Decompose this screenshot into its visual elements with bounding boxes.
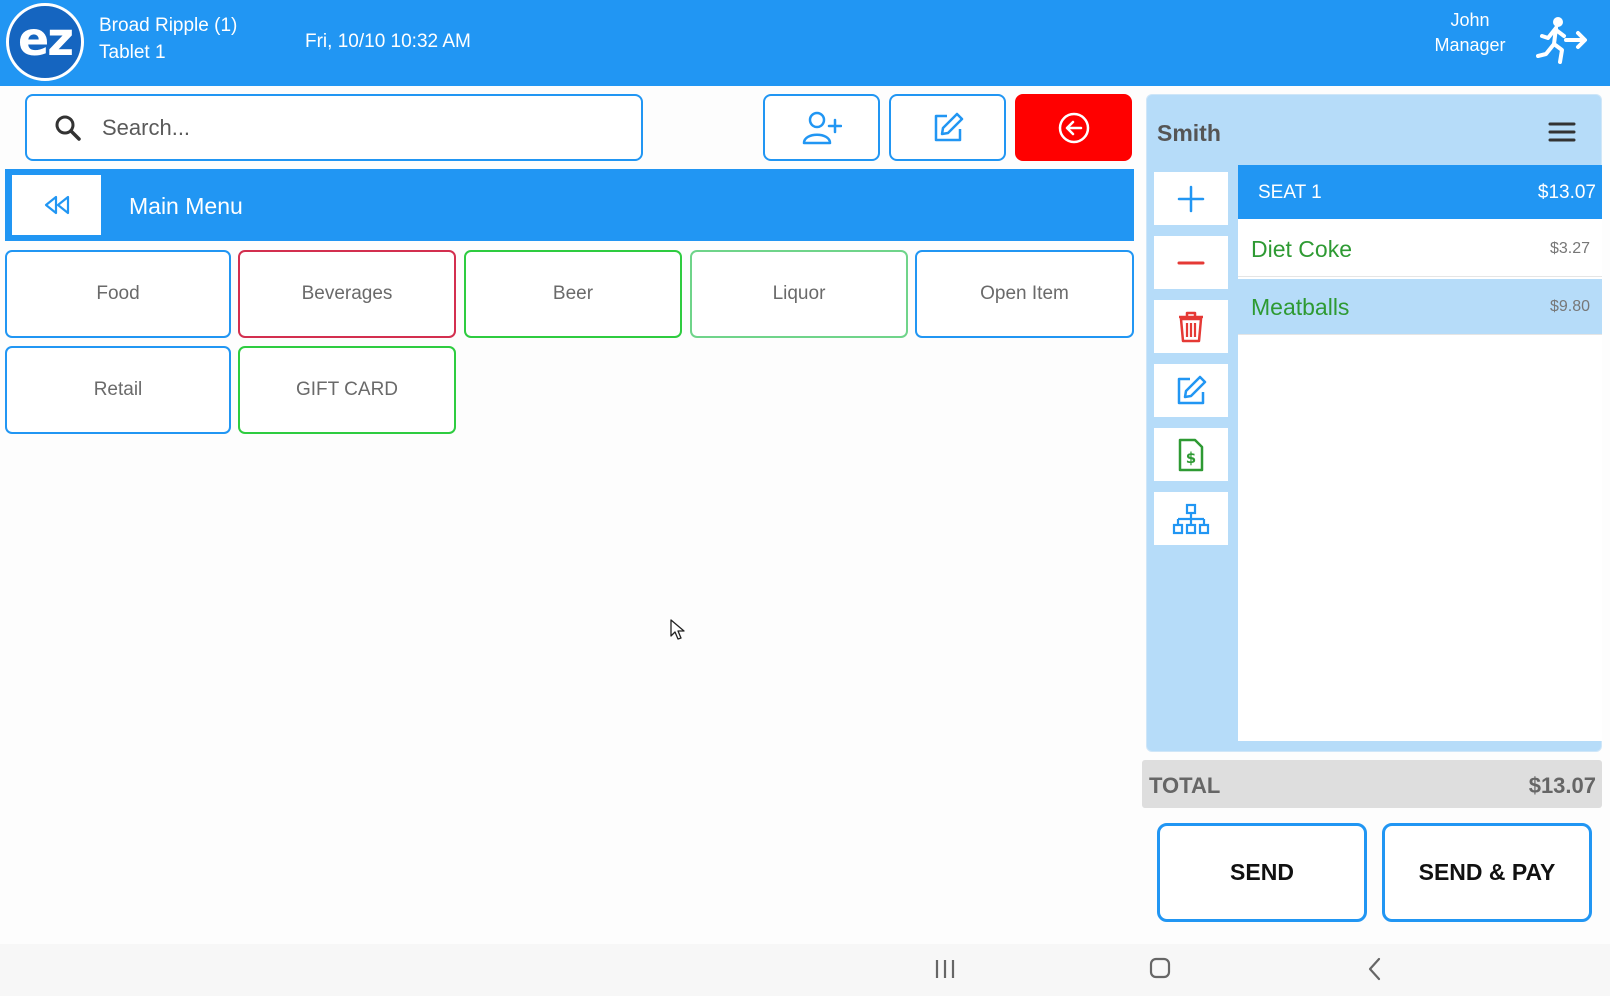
logo-text: ez xyxy=(18,12,74,66)
seat-label: SEAT 1 xyxy=(1258,182,1322,203)
category-open-item[interactable]: Open Item xyxy=(915,250,1134,338)
decrease-qty-button[interactable] xyxy=(1154,236,1228,289)
seat-total: $13.07 xyxy=(1537,182,1596,203)
item-name: Meatballs xyxy=(1251,294,1350,320)
search-box[interactable] xyxy=(25,94,643,161)
trash-icon xyxy=(1179,311,1203,342)
hamburger-menu-icon[interactable] xyxy=(1547,117,1577,147)
rewind-icon xyxy=(44,195,69,215)
ez-logo: ez xyxy=(6,3,84,81)
customer-name: Smith xyxy=(1157,120,1221,146)
datetime: Fri, 10/10 10:32 AM xyxy=(305,31,471,52)
mouse-cursor-icon xyxy=(670,619,685,640)
invoice-dollar-icon: $ xyxy=(1178,438,1204,471)
location-info: Broad Ripple (1) Tablet 1 xyxy=(99,12,237,66)
category-beer[interactable]: Beer xyxy=(464,250,682,338)
increase-qty-button[interactable] xyxy=(1154,172,1228,225)
system-nav-bar xyxy=(0,944,1610,996)
logout-icon[interactable] xyxy=(1534,16,1588,66)
edit-icon xyxy=(1177,375,1207,404)
main-menu-bar: Main Menu xyxy=(5,169,1134,241)
user-name: John xyxy=(1450,10,1490,30)
add-customer-button[interactable] xyxy=(763,94,880,161)
edit-order-button[interactable] xyxy=(889,94,1006,161)
total-label: TOTAL xyxy=(1149,773,1221,798)
order-item-row[interactable]: Meatballs $9.80 xyxy=(1238,279,1602,335)
total-value: $13.07 xyxy=(1528,773,1596,798)
svg-text:$: $ xyxy=(1186,449,1196,467)
device-name: Tablet 1 xyxy=(99,42,166,63)
category-beverages[interactable]: Beverages xyxy=(238,250,456,338)
user-role: Manager xyxy=(1434,35,1506,55)
send-and-pay-button[interactable]: SEND & PAY xyxy=(1382,823,1592,922)
send-button[interactable]: SEND xyxy=(1157,823,1367,922)
category-gift-card[interactable]: GIFT CARD xyxy=(238,346,456,434)
user-info: John Manager xyxy=(1420,8,1520,58)
order-item-row[interactable]: Diet Coke $3.27 xyxy=(1238,221,1602,277)
delete-item-button[interactable] xyxy=(1154,300,1228,353)
exit-order-icon xyxy=(1058,112,1089,143)
location-name: Broad Ripple (1) xyxy=(99,15,238,36)
plus-icon xyxy=(1177,185,1205,212)
back-button[interactable] xyxy=(12,175,101,235)
item-price: $9.80 xyxy=(1549,298,1590,315)
search-input[interactable] xyxy=(102,114,582,141)
exit-order-button[interactable] xyxy=(1015,94,1132,161)
menu-title: Main Menu xyxy=(129,193,243,219)
edit-item-button[interactable] xyxy=(1154,364,1228,417)
invoice-button[interactable]: $ xyxy=(1154,428,1228,481)
search-icon xyxy=(55,115,81,141)
order-items-list: SEAT 1 $13.07 Diet Coke $3.27 Meatballs … xyxy=(1238,165,1602,741)
seat-header[interactable]: SEAT 1 $13.07 xyxy=(1238,165,1602,219)
order-panel: Smith $ SEAT 1 $13.07 Diet Coke $3.27 Me… xyxy=(1146,94,1602,752)
recent-apps-icon[interactable] xyxy=(925,954,965,984)
item-price: $3.27 xyxy=(1549,240,1590,257)
home-icon[interactable] xyxy=(1140,954,1180,984)
app-header: ez Broad Ripple (1) Tablet 1 Fri, 10/10 … xyxy=(0,0,1610,86)
item-name: Diet Coke xyxy=(1251,236,1352,262)
edit-icon xyxy=(934,112,963,141)
category-liquor[interactable]: Liquor xyxy=(690,250,908,338)
total-bar: TOTAL $13.07 xyxy=(1142,760,1602,808)
category-food[interactable]: Food xyxy=(5,250,231,338)
back-nav-icon[interactable] xyxy=(1355,954,1395,984)
category-retail[interactable]: Retail xyxy=(5,346,231,434)
split-check-button[interactable] xyxy=(1154,492,1228,545)
minus-icon xyxy=(1177,261,1205,264)
hierarchy-icon xyxy=(1172,503,1210,534)
add-customer-icon xyxy=(802,111,842,144)
